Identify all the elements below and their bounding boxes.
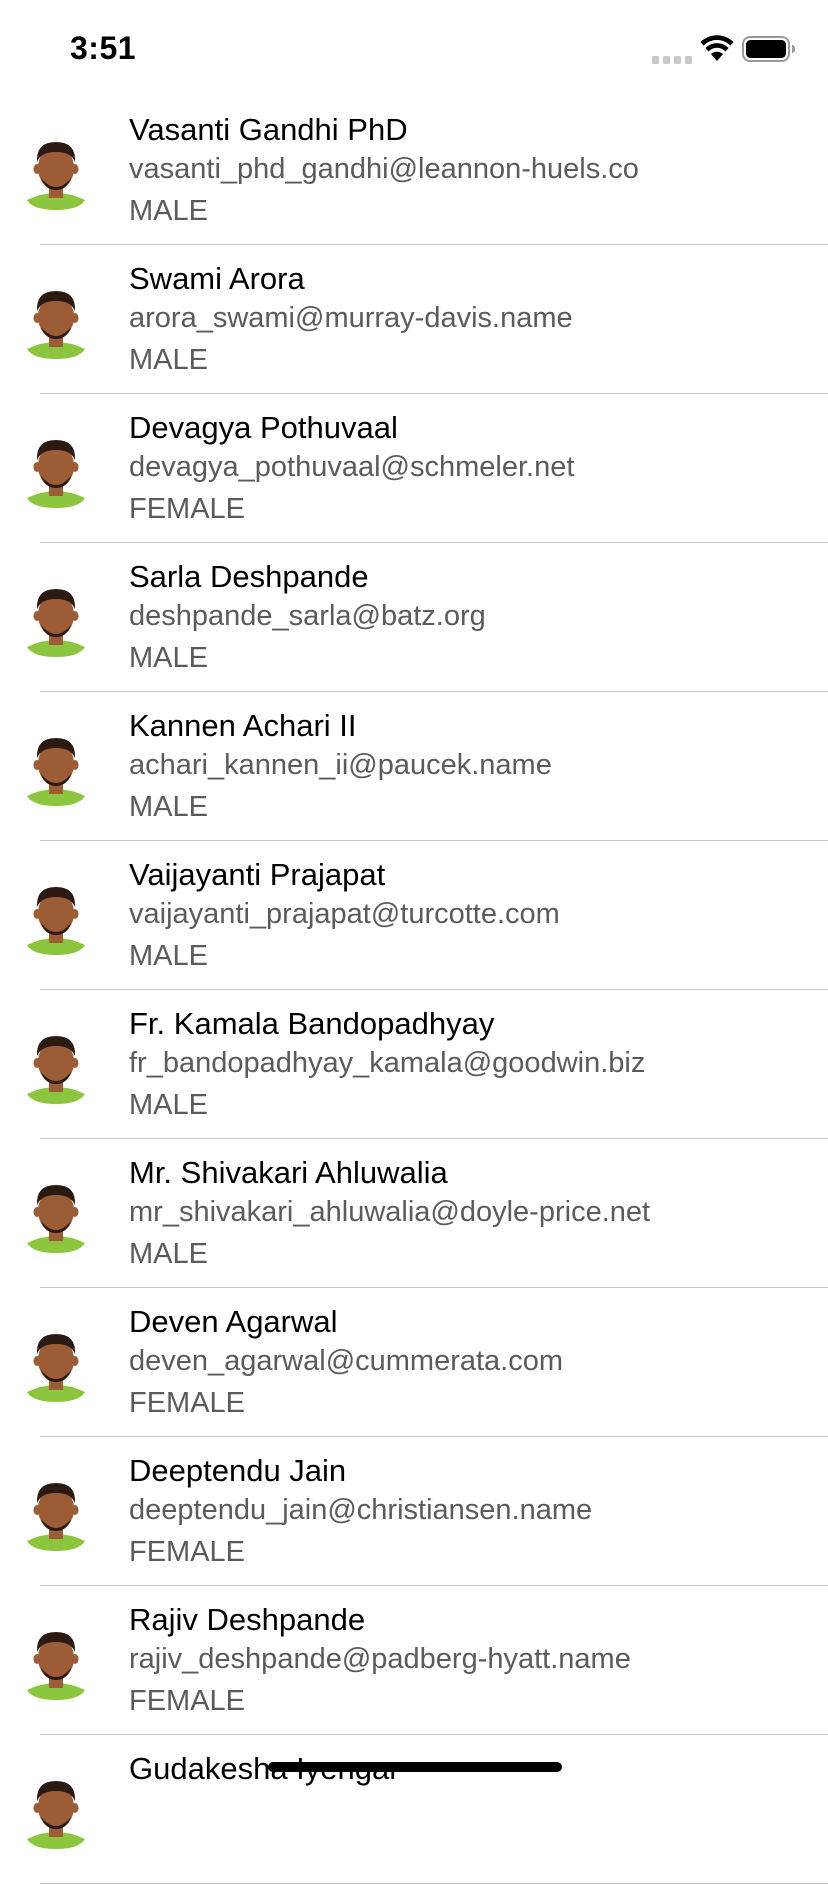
contact-details: Deeptendu Jain deeptendu_jain@christianse… xyxy=(129,1452,828,1570)
contact-details: Fr. Kamala Bandopadhyay fr_bandopadhyay_k… xyxy=(129,1005,828,1123)
contact-details: Swami Arora arora_swami@murray-davis.name… xyxy=(129,260,828,378)
contact-row[interactable]: Vaijayanti Prajapat vaijayanti_prajapat@t… xyxy=(0,841,828,990)
battery-icon xyxy=(742,36,795,62)
contact-email: devagya_pothuvaal@schmeler.net xyxy=(129,451,575,483)
contact-name: Swami Arora xyxy=(129,261,305,296)
avatar-icon xyxy=(27,1328,85,1402)
contact-name: Deeptendu Jain xyxy=(129,1453,347,1488)
status-time: 3:51 xyxy=(70,30,137,66)
contact-name: Rajiv Deshpande xyxy=(129,1602,366,1637)
contact-name: Fr. Kamala Bandopadhyay xyxy=(129,1006,495,1041)
contact-name: Kannen Achari II xyxy=(129,708,357,743)
contact-row[interactable]: Fr. Kamala Bandopadhyay fr_bandopadhyay_k… xyxy=(0,990,828,1139)
avatar-icon xyxy=(27,1477,85,1551)
contact-email: mr_shivakari_ahluwalia@doyle-price.net xyxy=(129,1196,651,1228)
avatar-icon xyxy=(27,1179,85,1253)
contact-details: Vasanti Gandhi PhD vasanti_phd_gandhi@lea… xyxy=(129,111,828,229)
contact-details: Mr. Shivakari Ahluwalia mr_shivakari_ahlu… xyxy=(129,1154,828,1272)
contact-gender: FEMALE xyxy=(129,1387,246,1419)
contact-email: rajiv_deshpande@padberg-hyatt.name xyxy=(129,1643,631,1675)
home-indicator[interactable] xyxy=(268,1762,562,1772)
contact-row[interactable]: Mr. Shivakari Ahluwalia mr_shivakari_ahlu… xyxy=(0,1139,828,1288)
contact-row[interactable]: Swami Arora arora_swami@murray-davis.name… xyxy=(0,245,828,394)
contact-email: fr_bandopadhyay_kamala@goodwin.biz xyxy=(129,1047,646,1079)
avatar-icon xyxy=(27,881,85,955)
avatar-icon xyxy=(27,583,85,657)
contact-gender: FEMALE xyxy=(129,1685,246,1717)
contact-name: Deven Agarwal xyxy=(129,1304,338,1339)
avatar-icon xyxy=(27,285,85,359)
avatar-icon xyxy=(27,732,85,806)
contact-name: Vasanti Gandhi PhD xyxy=(129,112,408,147)
contact-gender: MALE xyxy=(129,791,208,823)
contact-row[interactable]: Vasanti Gandhi PhD vasanti_phd_gandhi@lea… xyxy=(0,96,828,245)
contact-email: vaijayanti_prajapat@turcotte.com xyxy=(129,898,560,930)
contact-details: Sarla Deshpande deshpande_sarla@batz.org M… xyxy=(129,558,828,676)
contact-details: Deven Agarwal deven_agarwal@cummerata.com… xyxy=(129,1303,828,1421)
contact-gender: FEMALE xyxy=(129,493,246,525)
contact-email: deven_agarwal@cummerata.com xyxy=(129,1345,564,1377)
contact-details: Kannen Achari II achari_kannen_ii@paucek.… xyxy=(129,707,828,825)
contact-name: Mr. Shivakari Ahluwalia xyxy=(129,1155,448,1190)
avatar-icon xyxy=(27,1030,85,1104)
contact-details: Rajiv Deshpande rajiv_deshpande@padberg-h… xyxy=(129,1601,828,1719)
contact-row[interactable]: Rajiv Deshpande rajiv_deshpande@padberg-h… xyxy=(0,1586,828,1735)
contact-gender xyxy=(129,1832,828,1868)
status-bar: 3:51 xyxy=(0,0,828,96)
avatar-icon xyxy=(27,1775,85,1849)
contact-gender: MALE xyxy=(129,195,208,227)
wifi-icon xyxy=(700,35,734,61)
contact-email: arora_swami@murray-davis.name xyxy=(129,302,573,334)
contact-list: Vasanti Gandhi PhD vasanti_phd_gandhi@lea… xyxy=(0,96,828,1884)
contact-name: Vaijayanti Prajapat xyxy=(129,857,386,892)
contact-gender: MALE xyxy=(129,940,208,972)
contact-row[interactable]: Devagya Pothuvaal devagya_pothuvaal@schme… xyxy=(0,394,828,543)
contact-gender: FEMALE xyxy=(129,1536,246,1568)
contact-row[interactable]: Deeptendu Jain deeptendu_jain@christianse… xyxy=(0,1437,828,1586)
cellular-signal-icon xyxy=(652,56,692,64)
contact-details: Vaijayanti Prajapat vaijayanti_prajapat@t… xyxy=(129,856,828,974)
contact-gender: MALE xyxy=(129,344,208,376)
contact-row[interactable]: Kannen Achari II achari_kannen_ii@paucek.… xyxy=(0,692,828,841)
contact-email: vasanti_phd_gandhi@leannon-huels.co xyxy=(129,153,639,185)
contact-row[interactable]: Deven Agarwal deven_agarwal@cummerata.com… xyxy=(0,1288,828,1437)
contact-gender: MALE xyxy=(129,642,208,674)
avatar-icon xyxy=(27,1626,85,1700)
contact-name: Sarla Deshpande xyxy=(129,559,369,594)
contact-gender: MALE xyxy=(129,1089,208,1121)
contact-email: deshpande_sarla@batz.org xyxy=(129,600,486,632)
avatar-icon xyxy=(27,434,85,508)
contact-email xyxy=(129,1790,828,1832)
contact-details: Devagya Pothuvaal devagya_pothuvaal@schme… xyxy=(129,409,828,527)
contact-email: achari_kannen_ii@paucek.name xyxy=(129,749,552,781)
contact-row[interactable]: Sarla Deshpande deshpande_sarla@batz.org M… xyxy=(0,543,828,692)
avatar-icon xyxy=(27,136,85,210)
contact-gender: MALE xyxy=(129,1238,208,1270)
contact-name: Devagya Pothuvaal xyxy=(129,410,398,445)
contact-email: deeptendu_jain@christiansen.name xyxy=(129,1494,593,1526)
contact-row[interactable]: Gudakesha Iyengar xyxy=(0,1735,828,1884)
